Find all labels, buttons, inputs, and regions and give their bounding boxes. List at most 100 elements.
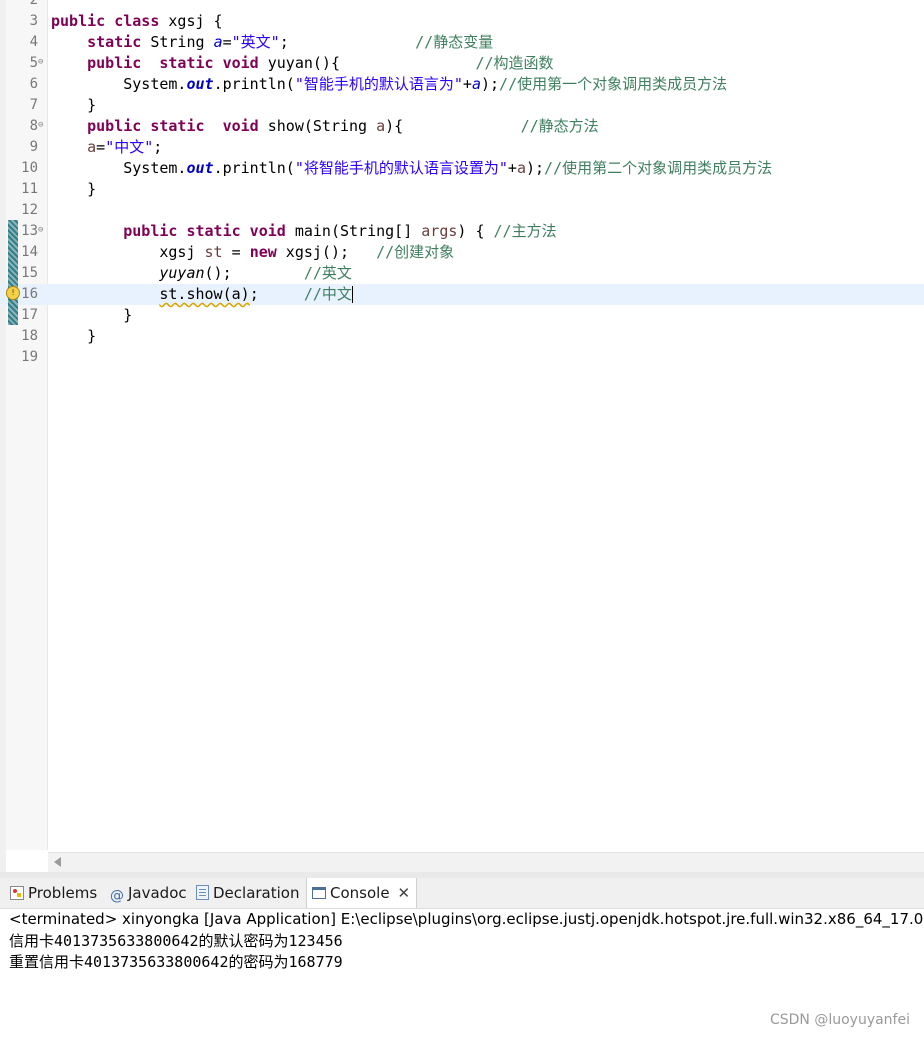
- code-token: ;: [153, 138, 163, 156]
- code-token: }: [51, 327, 97, 345]
- code-token: a: [471, 75, 481, 93]
- code-line[interactable]: 13 ⊖ public static void main(String[] arg…: [0, 221, 924, 242]
- code-line[interactable]: 11 }: [0, 179, 924, 200]
- code-line[interactable]: 4 static String a="英文"; //静态变量: [0, 32, 924, 53]
- tab-problems[interactable]: Problems: [10, 878, 97, 908]
- fold-collapse-icon[interactable]: ⊖: [38, 58, 46, 67]
- code-token: +: [462, 75, 472, 93]
- code-text: public class xgsj {: [51, 11, 223, 32]
- code-line[interactable]: 7 }: [0, 95, 924, 116]
- code-text: }: [51, 305, 132, 326]
- code-token: new: [249, 243, 277, 261]
- code-token: out: [186, 75, 214, 93]
- code-token: a: [87, 138, 97, 156]
- code-token: //使用第一个对象调用类成员方法: [499, 75, 728, 93]
- line-number: 12: [21, 202, 38, 218]
- code-text: }: [51, 179, 96, 200]
- code-line[interactable]: 12: [0, 200, 924, 221]
- code-token: main(String[]: [285, 222, 422, 240]
- warning-icon[interactable]: !: [6, 286, 20, 300]
- code-token: //英文: [303, 264, 352, 282]
- javadoc-icon: @: [110, 888, 124, 904]
- code-token: //构造函数: [475, 54, 554, 72]
- code-text: public static void show(String a){ //静态方…: [51, 116, 599, 137]
- tab-console[interactable]: Console ✕: [306, 878, 418, 908]
- code-token: a: [516, 159, 526, 177]
- code-text: yuyan(); //英文: [51, 263, 352, 284]
- code-token: );: [525, 159, 545, 177]
- line-number: 5: [29, 55, 38, 71]
- code-line[interactable]: 3 public class xgsj {: [0, 11, 924, 32]
- code-line[interactable]: 14 xgsj st = new xgsj(); //创建对象: [0, 242, 924, 263]
- code-token: ){: [385, 117, 521, 135]
- code-token: out: [186, 159, 214, 177]
- code-token: );: [480, 75, 500, 93]
- code-line[interactable]: 17 }: [0, 305, 924, 326]
- code-line[interactable]: 8 ⊖ public static void show(String a){ //…: [0, 116, 924, 137]
- console-line: 信用卡4013735633800642的默认密码为123456: [9, 932, 343, 950]
- code-line[interactable]: 5 ⊖ public static void yuyan(){ //构造函数: [0, 53, 924, 74]
- code-line[interactable]: 10 System.out.println("将智能手机的默认语言设置为"+a)…: [0, 158, 924, 179]
- scroll-left-arrow-icon[interactable]: [54, 857, 61, 867]
- code-line[interactable]: 2: [0, 0, 924, 11]
- code-line[interactable]: 18 }: [0, 326, 924, 347]
- tab-label: Javadoc: [128, 884, 187, 902]
- line-number: 3: [29, 13, 38, 29]
- code-editor[interactable]: 2 3 public class xgsj {4 static String a="…: [0, 0, 924, 872]
- code-token: .println(: [213, 75, 295, 93]
- code-text: public static void yuyan(){ //构造函数: [51, 53, 554, 74]
- code-token: yuyan(){: [258, 54, 476, 72]
- code-token: public static: [87, 117, 205, 135]
- code-token: //使用第二个对象调用类成员方法: [544, 159, 773, 177]
- code-token: ) {: [457, 222, 494, 240]
- code-token: void: [222, 117, 259, 135]
- code-token: "英文": [231, 33, 280, 51]
- line-number: 2: [29, 0, 38, 8]
- code-token: ();: [204, 264, 304, 282]
- code-text: xgsj st = new xgsj(); //创建对象: [51, 242, 454, 263]
- code-token: System.: [51, 159, 187, 177]
- console-line: 重置信用卡4013735633800642的密码为168779: [9, 953, 343, 971]
- code-token: xgsj: [51, 243, 205, 261]
- problems-icon: [10, 886, 24, 900]
- code-text: static String a="英文"; //静态变量: [51, 32, 493, 53]
- code-line[interactable]: 6 System.out.println("智能手机的默认语言为"+a);//使…: [0, 74, 924, 95]
- close-icon[interactable]: ✕: [398, 878, 411, 908]
- code-token: //静态变量: [415, 33, 494, 51]
- tab-declaration[interactable]: Declaration: [196, 878, 299, 908]
- fold-collapse-icon[interactable]: ⊖: [38, 121, 46, 130]
- tab-javadoc[interactable]: @ Javadoc: [110, 878, 187, 908]
- code-text: st.show(a); //中文: [51, 284, 353, 305]
- code-token: +: [507, 159, 517, 177]
- code-token: static void: [159, 54, 259, 72]
- code-text: }: [51, 95, 96, 116]
- code-text: a="中文";: [51, 137, 162, 158]
- code-line[interactable]: 9 a="中文";: [0, 137, 924, 158]
- code-token: .println(: [213, 159, 295, 177]
- code-line[interactable]: 19: [0, 347, 924, 368]
- bottom-panel-tabs: Problems @ Javadoc Declaration Console ✕: [0, 878, 924, 909]
- code-token: String: [141, 33, 214, 51]
- console-output[interactable]: <terminated> xinyongka [Java Application…: [0, 909, 924, 1038]
- declaration-icon: [196, 885, 209, 900]
- fold-collapse-icon[interactable]: ⊖: [38, 226, 46, 235]
- console-process-header: <terminated> xinyongka [Java Application…: [9, 910, 924, 928]
- code-line[interactable]: 15 yuyan(); //英文: [0, 263, 924, 284]
- code-token: "智能手机的默认语言为": [294, 75, 463, 93]
- code-token: }: [51, 180, 97, 198]
- code-token: a: [376, 117, 386, 135]
- code-token: }: [51, 96, 97, 114]
- code-token: //中文: [303, 285, 352, 303]
- line-number: 11: [21, 181, 38, 197]
- line-number: 8: [29, 118, 38, 134]
- line-number: 18: [21, 328, 38, 344]
- code-token: args: [421, 222, 458, 240]
- code-line[interactable]: 16 st.show(a); //中文: [0, 284, 924, 305]
- horizontal-scrollbar[interactable]: [48, 852, 924, 872]
